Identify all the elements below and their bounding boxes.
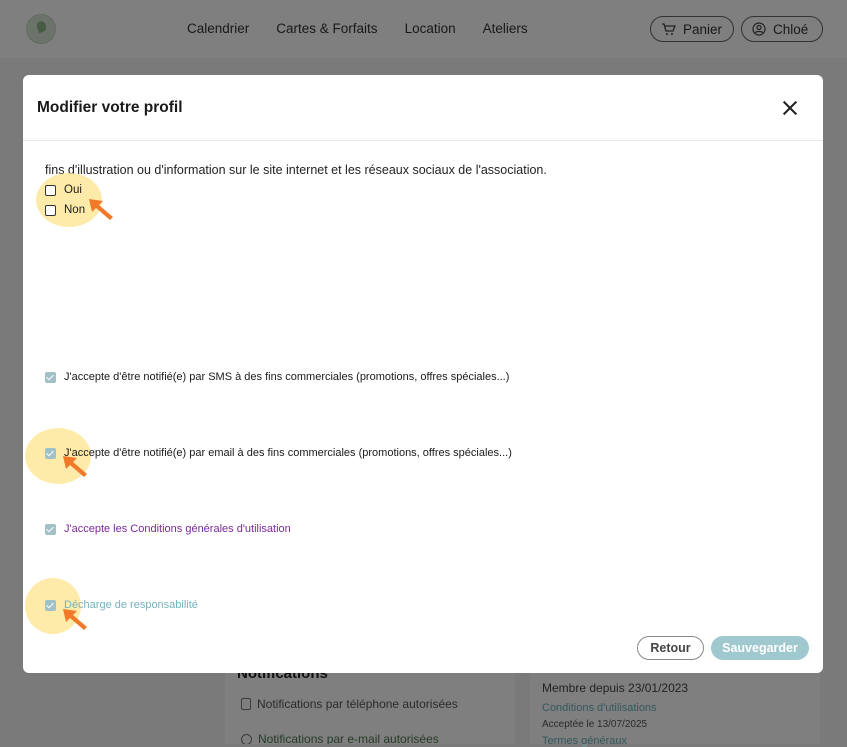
sms-consent-label: J'accepte d'être notifié(e) par SMS à de… [64, 371, 510, 383]
non-checkbox[interactable] [45, 204, 56, 216]
email-consent-label: J'accepte d'être notifié(e) par email à … [64, 447, 512, 459]
close-icon[interactable] [781, 99, 799, 117]
email-consent-checkbox[interactable] [45, 447, 56, 459]
image-consent-text: fins d'illustration ou d'information sur… [45, 163, 547, 177]
cgu-consent-checkbox[interactable] [45, 523, 56, 535]
cgu-consent-link[interactable]: J'accepte les Conditions générales d'uti… [64, 523, 291, 535]
modal-title: Modifier votre profil [37, 99, 183, 116]
email-consent-row[interactable]: J'accepte d'être notifié(e) par email à … [45, 447, 512, 459]
back-button[interactable]: Retour [637, 636, 704, 660]
sms-consent-checkbox[interactable] [45, 371, 56, 383]
cgu-consent-row[interactable]: J'accepte les Conditions générales d'uti… [45, 523, 291, 535]
option-oui[interactable]: Oui [45, 184, 82, 196]
arrow-pointer-icon [89, 199, 113, 220]
modal-header: Modifier votre profil [23, 75, 823, 141]
oui-checkbox[interactable] [45, 184, 56, 196]
arrow-pointer-icon [63, 456, 87, 477]
edit-profile-modal: Modifier votre profil fins d'illustratio… [23, 75, 823, 673]
option-non[interactable]: Non [45, 204, 85, 216]
save-button[interactable]: Sauvegarder [711, 636, 809, 660]
non-label: Non [64, 204, 86, 216]
sms-consent-row[interactable]: J'accepte d'être notifié(e) par SMS à de… [45, 371, 509, 383]
arrow-pointer-icon [63, 609, 87, 630]
liability-waiver-checkbox[interactable] [45, 599, 56, 611]
oui-label: Oui [64, 184, 82, 196]
